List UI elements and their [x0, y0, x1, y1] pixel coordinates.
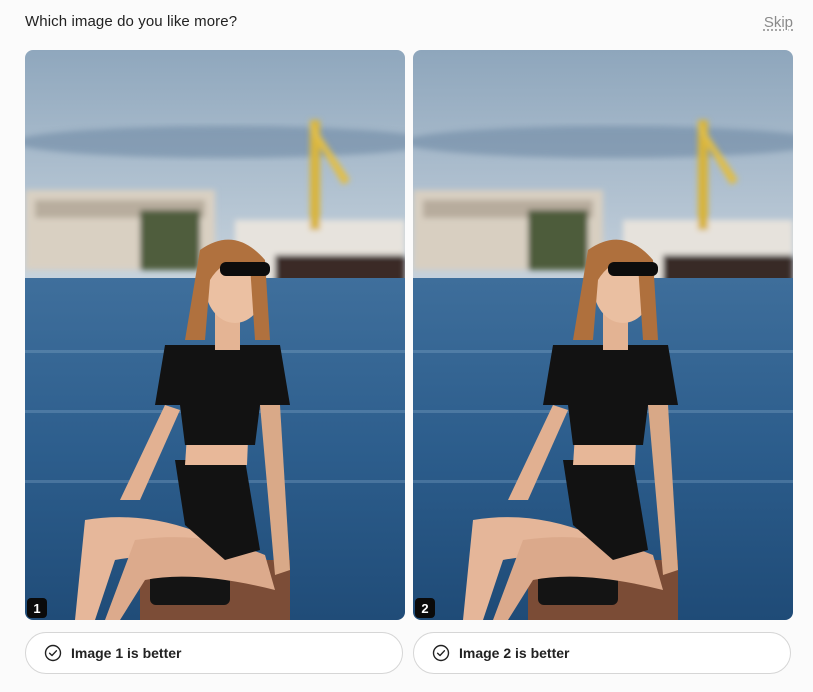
- check-circle-icon: [432, 644, 450, 662]
- question-text: Which image do you like more?: [25, 13, 238, 30]
- image-1-better-button[interactable]: Image 1 is better: [25, 632, 403, 674]
- image-1-better-label: Image 1 is better: [71, 645, 182, 661]
- image-2-better-label: Image 2 is better: [459, 645, 570, 661]
- check-circle-icon: [44, 644, 62, 662]
- image-option-1[interactable]: 1: [25, 50, 405, 620]
- photo-woman-on-pier-1: [25, 50, 405, 620]
- image-2-better-button[interactable]: Image 2 is better: [413, 632, 791, 674]
- comparison-page: Which image do you like more? Skip 1 2 I…: [0, 0, 813, 692]
- image-number-badge-2: 2: [415, 598, 435, 618]
- skip-link[interactable]: Skip: [764, 14, 793, 31]
- image-option-2[interactable]: 2: [413, 50, 793, 620]
- image-number-badge-1: 1: [27, 598, 47, 618]
- photo-woman-on-pier-2: [413, 50, 793, 620]
